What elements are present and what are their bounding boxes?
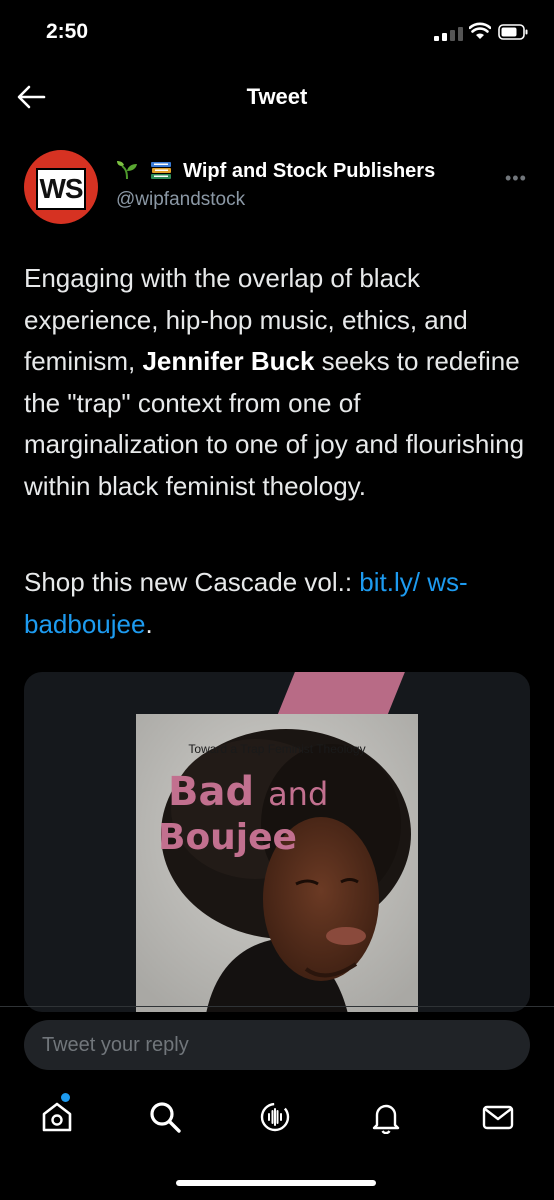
- notifications-icon[interactable]: [369, 1100, 403, 1134]
- status-time: 2:50: [46, 20, 89, 43]
- author-name: Wipf and Stock Publishers: [183, 160, 436, 182]
- media-card[interactable]: Toward a Trap Feminist Theology Bad and …: [24, 672, 530, 1012]
- battery-icon: [498, 24, 528, 40]
- cover-title-light: and: [268, 775, 329, 813]
- author-handle[interactable]: @wipfandstock: [116, 189, 245, 211]
- books-emoji-icon: [150, 162, 171, 179]
- divider: [0, 1006, 554, 1007]
- seedling-emoji-icon: [117, 161, 137, 180]
- author-name-row[interactable]: Wipf and Stock Publishers: [116, 160, 435, 183]
- reply-input[interactable]: Tweet your reply: [24, 1020, 530, 1070]
- messages-icon[interactable]: [481, 1100, 515, 1134]
- cellular-signal-icon: [434, 27, 463, 41]
- notification-dot: [61, 1093, 70, 1102]
- page-title: Tweet: [246, 84, 308, 109]
- more-options-icon[interactable]: •••: [505, 168, 527, 189]
- avatar[interactable]: WS: [24, 150, 98, 224]
- tweet-shop-line: Shop this new Cascade vol.: bit.ly/ ws-b…: [24, 562, 534, 645]
- avatar-logo: WS: [36, 168, 86, 210]
- shop-text: Shop this new Cascade vol.:: [24, 567, 360, 597]
- cover-accent-band: [277, 672, 405, 716]
- reply-placeholder: Tweet your reply: [42, 1034, 189, 1056]
- search-icon[interactable]: [148, 1100, 182, 1134]
- spaces-icon[interactable]: [258, 1100, 292, 1134]
- cover-title-bold: Bad: [168, 769, 255, 815]
- cover-title-line1: Bad and: [168, 769, 328, 815]
- mentioned-author: Jennifer Buck: [142, 346, 315, 376]
- tweet-trailing: .: [145, 608, 153, 639]
- cover-portrait: [136, 714, 418, 1012]
- book-cover-image[interactable]: Toward a Trap Feminist Theology Bad and …: [136, 714, 418, 1012]
- home-indicator: [176, 1180, 376, 1186]
- cover-subtitle: Toward a Trap Feminist Theology: [188, 742, 366, 756]
- cover-title-line2: Boujee: [158, 817, 297, 858]
- wifi-icon: [469, 22, 491, 39]
- home-icon[interactable]: [40, 1100, 74, 1134]
- tweet-text: Engaging with the overlap of black exper…: [24, 258, 534, 507]
